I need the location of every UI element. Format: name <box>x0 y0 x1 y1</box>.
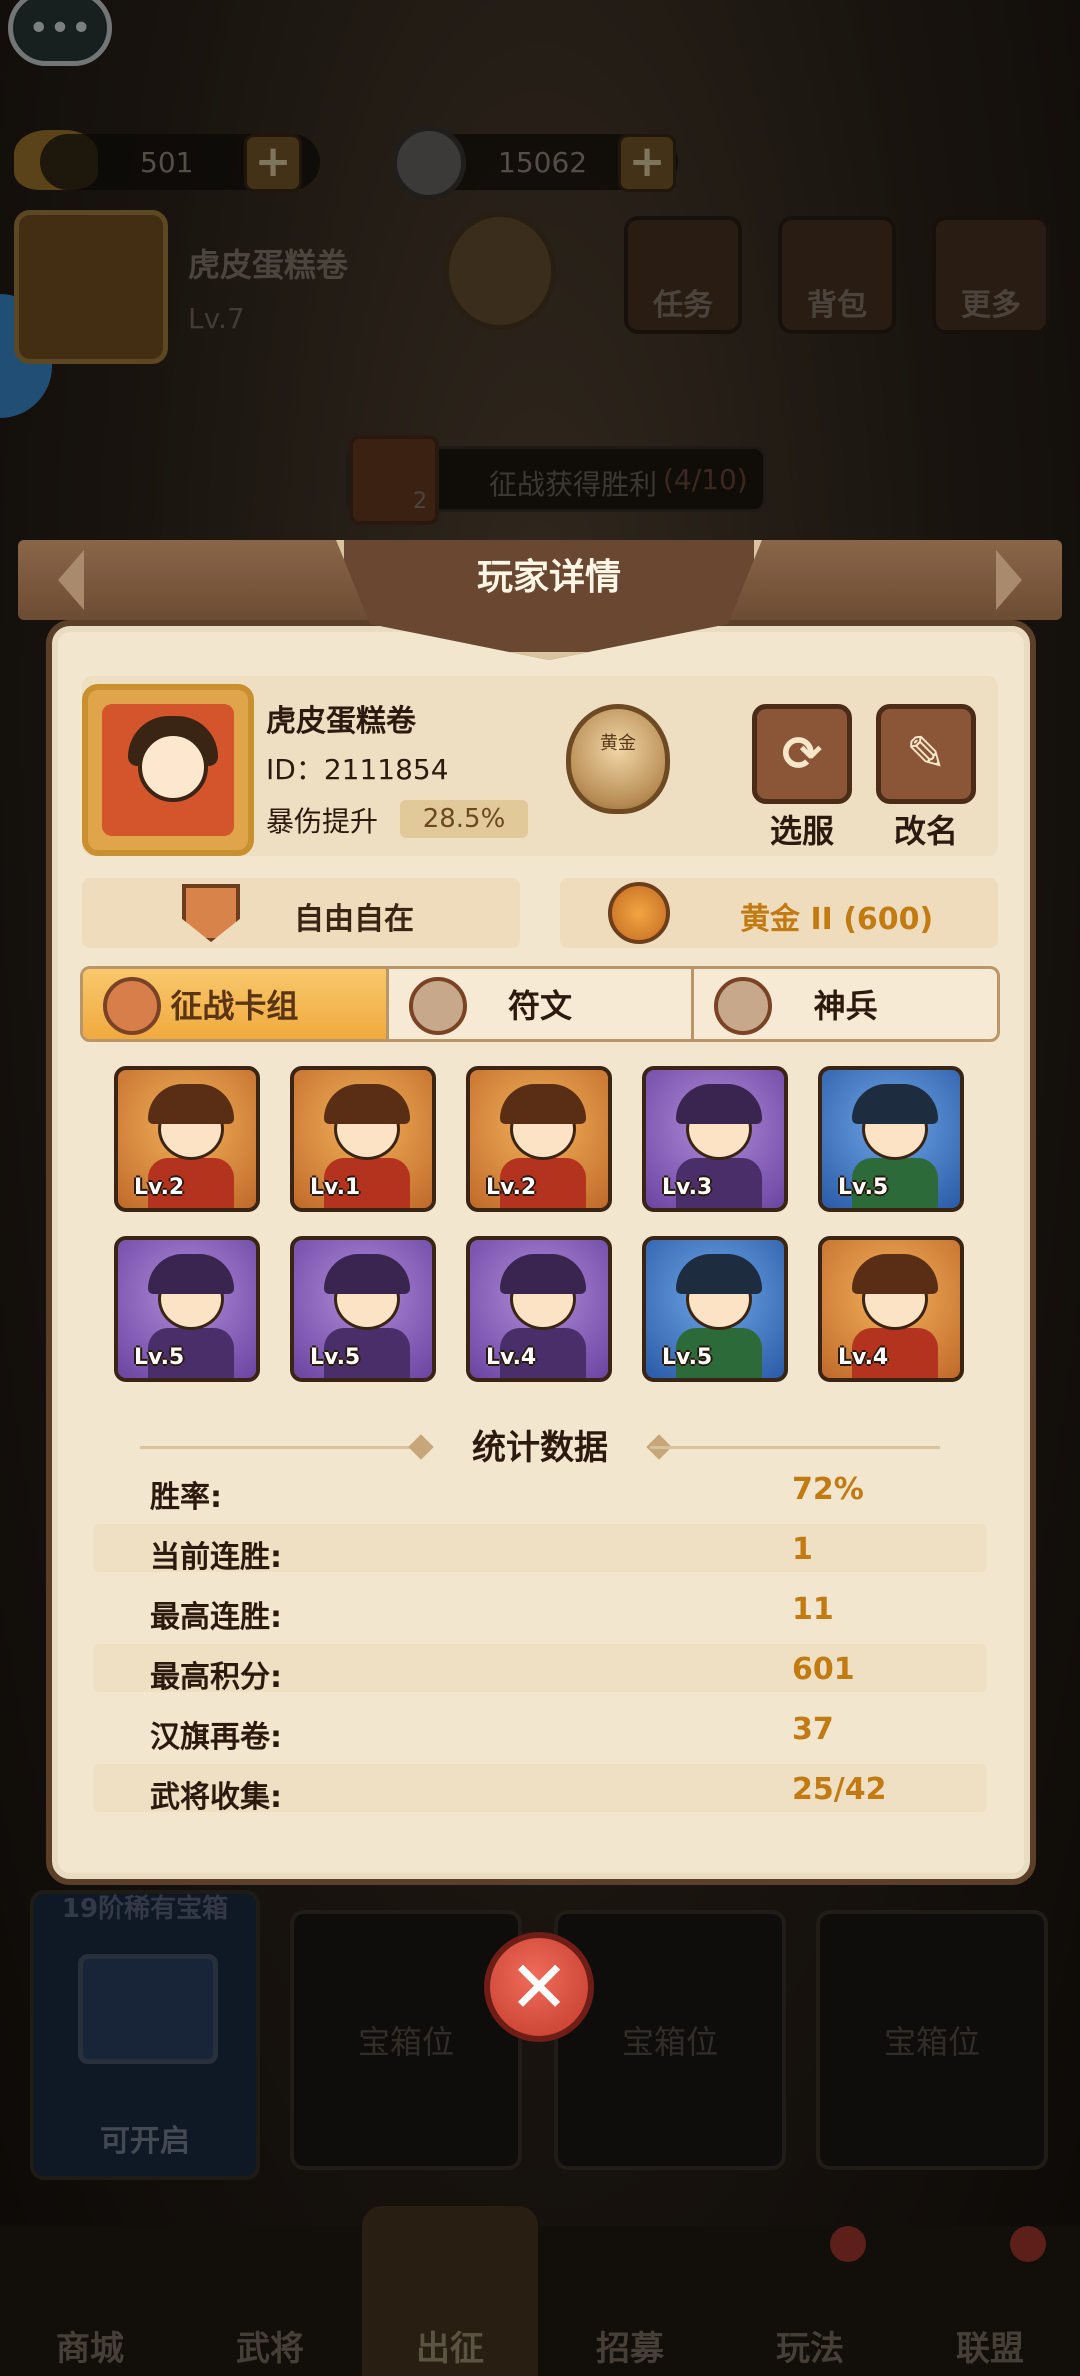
general-card[interactable]: Lv.5 <box>290 1236 436 1382</box>
pencil-icon: ✎ <box>905 726 947 782</box>
general-card[interactable]: Lv.1 <box>290 1066 436 1212</box>
general-helmet <box>676 1254 762 1294</box>
general-level: Lv.5 <box>134 1345 185 1370</box>
general-helmet <box>852 1084 938 1124</box>
general-card[interactable]: Lv.2 <box>114 1066 260 1212</box>
close-button[interactable]: ✕ <box>484 1932 594 2042</box>
stat-label: 武将收集: <box>150 1780 282 1815</box>
tab-divine-weapons-label: 神兵 <box>813 987 878 1025</box>
crit-damage-label: 暴伤提升 <box>266 805 379 838</box>
guild-name: 自由自在 <box>294 902 414 937</box>
general-helmet <box>500 1084 586 1124</box>
player-id: ID：2111854 <box>266 753 449 786</box>
stat-label: 汉旗再卷: <box>150 1720 282 1755</box>
general-helmet <box>148 1084 234 1124</box>
stat-label: 最高积分: <box>150 1660 282 1695</box>
rename-button[interactable]: ✎ <box>876 704 976 804</box>
tab-divine-weapons[interactable]: 神兵 <box>694 969 997 1039</box>
shield-icon <box>182 884 240 942</box>
stat-row: 最高连胜: 11 <box>94 1584 986 1635</box>
general-card[interactable]: Lv.3 <box>642 1066 788 1212</box>
avatar-background <box>102 704 234 836</box>
rank-medal-icon: 黄金 <box>566 704 670 814</box>
general-helmet <box>148 1254 234 1294</box>
general-level: Lv.1 <box>310 1175 361 1200</box>
close-icon: ✕ <box>508 1945 570 2029</box>
rune-icon <box>408 977 467 1035</box>
select-server-button[interactable]: ⟳ <box>752 704 852 804</box>
general-card[interactable]: Lv.5 <box>114 1236 260 1382</box>
tab-battle-deck[interactable]: 征战卡组 <box>83 969 389 1039</box>
general-level: Lv.4 <box>486 1345 537 1370</box>
player-avatar[interactable] <box>82 684 254 856</box>
crit-damage-value: 28.5% <box>400 800 528 838</box>
stats-divider-right <box>650 1446 940 1449</box>
stat-value: 11 <box>792 1592 834 1627</box>
stat-label: 当前连胜: <box>150 1540 282 1575</box>
stat-value: 37 <box>792 1712 834 1747</box>
guild-bar[interactable]: 自由自在 <box>82 878 520 948</box>
general-helmet <box>324 1254 410 1294</box>
stat-label: 最高连胜: <box>150 1600 282 1635</box>
stat-value: 25/42 <box>792 1772 887 1807</box>
stat-value: 1 <box>792 1532 813 1567</box>
general-level: Lv.5 <box>662 1345 713 1370</box>
stat-row: 汉旗再卷: 37 <box>94 1704 986 1755</box>
refresh-icon: ⟳ <box>781 726 823 782</box>
weapon-icon <box>714 977 773 1035</box>
general-level: Lv.3 <box>662 1175 713 1200</box>
gold-rank-icon <box>608 882 670 944</box>
general-helmet <box>500 1254 586 1294</box>
general-card[interactable]: Lv.5 <box>818 1066 964 1212</box>
general-helmet <box>676 1084 762 1124</box>
stat-row: 胜率: 72% <box>94 1464 986 1515</box>
tab-battle-deck-label: 征战卡组 <box>170 987 299 1025</box>
stats-title: 统计数据 <box>472 1428 608 1468</box>
detail-tabs: 征战卡组 符文 神兵 <box>80 966 1000 1042</box>
general-card[interactable]: Lv.5 <box>642 1236 788 1382</box>
stat-value: 72% <box>792 1472 864 1507</box>
rank-medal-text: 黄金 <box>600 733 636 754</box>
general-level: Lv.4 <box>838 1345 889 1370</box>
general-level: Lv.2 <box>486 1175 537 1200</box>
select-server-label: 选服 <box>769 812 834 850</box>
stat-value: 601 <box>792 1652 855 1687</box>
general-card[interactable]: Lv.4 <box>818 1236 964 1382</box>
rename-label: 改名 <box>893 812 958 850</box>
stat-row: 武将收集: 25/42 <box>94 1764 986 1815</box>
stat-label: 胜率: <box>150 1480 222 1515</box>
general-helmet <box>852 1254 938 1294</box>
general-level: Lv.2 <box>134 1175 185 1200</box>
general-level: Lv.5 <box>310 1345 361 1370</box>
rank-bar[interactable]: 黄金 II (600) <box>560 878 998 948</box>
stat-row: 当前连胜: 1 <box>94 1524 986 1575</box>
tab-runes[interactable]: 符文 <box>389 969 695 1039</box>
general-helmet <box>324 1084 410 1124</box>
general-level: Lv.5 <box>838 1175 889 1200</box>
dialog-title: 玩家详情 <box>476 557 621 598</box>
card-deck-icon <box>103 977 161 1035</box>
general-card[interactable]: Lv.4 <box>466 1236 612 1382</box>
tab-runes-label: 符文 <box>508 987 573 1025</box>
stat-row: 最高积分: 601 <box>94 1644 986 1695</box>
general-card[interactable]: Lv.2 <box>466 1066 612 1212</box>
avatar-face <box>138 732 208 802</box>
player-name: 虎皮蛋糕卷 <box>266 704 416 739</box>
rank-value: 黄金 II (600) <box>740 902 934 937</box>
